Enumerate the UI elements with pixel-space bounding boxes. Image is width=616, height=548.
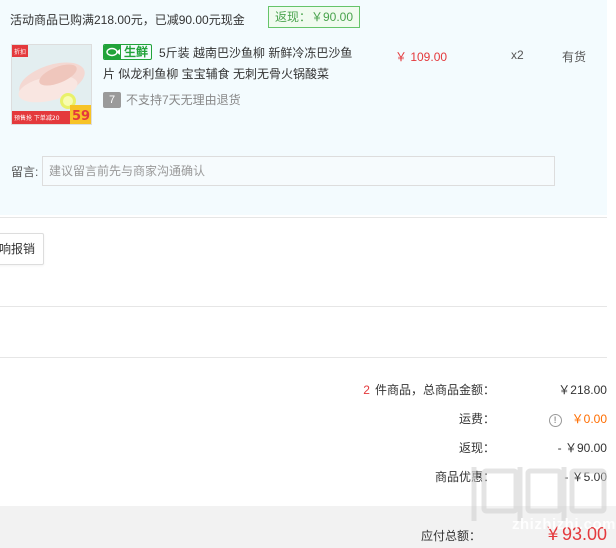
thumb-price: 59 — [72, 109, 90, 124]
no-return-icon: 7 — [103, 92, 121, 108]
shipping-value: ￥0.00 — [571, 412, 607, 426]
watermark-logo — [471, 467, 607, 521]
product-thumbnail[interactable]: 折扣 预售抢 下单减20 59 — [11, 44, 92, 125]
info-icon[interactable]: ! — [548, 414, 562, 427]
divider — [0, 217, 607, 218]
item-count-suffix: 件商品，总商品金额： — [374, 383, 495, 397]
divider — [0, 357, 607, 358]
rebate-badge: 返现：￥90.00 — [268, 6, 360, 28]
rebate-label: 返现： — [458, 441, 495, 455]
summary-goods-row: 2 件商品，总商品金额： ￥218.00 — [363, 382, 607, 398]
rebate-value: - ￥90.00 — [557, 441, 607, 455]
fish-fillet-image: 折扣 预售抢 下单减20 59 — [12, 45, 91, 124]
stock-status: 有货 — [562, 50, 587, 64]
summary-shipping-row: 运费： ! ￥0.00 — [459, 411, 607, 427]
shipping-value-wrap: ! ￥0.00 — [495, 411, 607, 427]
watermark-text: zhizhizhi.com — [512, 516, 616, 533]
summary-goods-label: 2 件商品，总商品金额： — [363, 382, 495, 398]
shipping-label: 运费： — [458, 412, 495, 426]
unit-price: ￥ 109.00 — [395, 50, 448, 64]
summary-rebate-row: 返现： - ￥90.00 — [459, 440, 607, 456]
thumb-badge-top: 折扣 — [14, 48, 26, 56]
quantity: x2 — [511, 48, 524, 62]
item-count: 2 — [363, 383, 370, 397]
thumb-promo-text: 预售抢 下单减20 — [14, 114, 60, 122]
summary-goods-value: ￥218.00 — [558, 383, 607, 397]
promo-text: 活动商品已购满218.00元，已减90.00元现金 — [10, 13, 245, 27]
divider — [0, 306, 607, 307]
no-return-text: 不支持7天无理由退货 — [126, 93, 241, 107]
remark-label: 留言: — [11, 165, 39, 179]
invoice-button[interactable]: 响报销 — [0, 233, 44, 265]
product-title[interactable]: 5斤装 越南巴沙鱼柳 新鲜冷冻巴沙鱼片 似龙利鱼柳 宝宝辅食 无刺无骨火锅酸菜 — [103, 43, 353, 85]
remark-input[interactable] — [42, 156, 555, 186]
